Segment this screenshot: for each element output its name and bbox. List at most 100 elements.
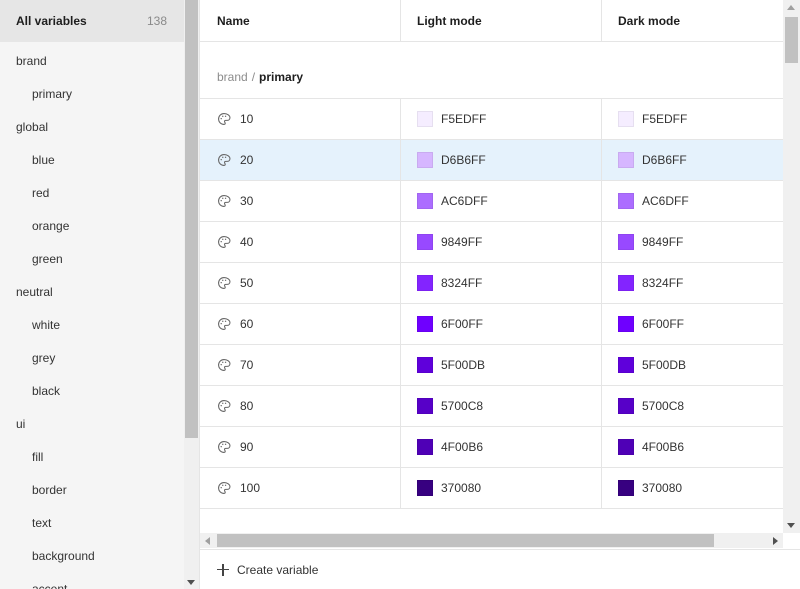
dark-color-swatch[interactable] xyxy=(618,193,634,209)
sidebar-item-fill[interactable]: fill xyxy=(0,441,184,474)
group-child: primary xyxy=(259,70,304,84)
table-horizontal-scrollbar[interactable] xyxy=(200,533,783,548)
light-color-swatch[interactable] xyxy=(417,111,433,127)
dark-mode-cell[interactable]: 9849FF xyxy=(602,222,783,262)
dark-mode-cell[interactable]: 4F00B6 xyxy=(602,427,783,467)
table-row[interactable]: 20 D6B6FF D6B6FF xyxy=(200,140,783,181)
sidebar-item-accent[interactable]: accent xyxy=(0,573,184,589)
light-mode-cell[interactable]: AC6DFF xyxy=(401,181,602,221)
sidebar-item-grey[interactable]: grey xyxy=(0,342,184,375)
sidebar-item-border[interactable]: border xyxy=(0,474,184,507)
name-cell[interactable]: 50 xyxy=(200,263,401,303)
light-color-swatch[interactable] xyxy=(417,480,433,496)
table-row[interactable]: 10 F5EDFF F5EDFF xyxy=(200,99,783,140)
name-cell[interactable]: 10 xyxy=(200,99,401,139)
variables-table: Name Light mode Dark mode brand / primar… xyxy=(200,0,783,533)
variable-name: 10 xyxy=(240,112,254,126)
light-mode-cell[interactable]: D6B6FF xyxy=(401,140,602,180)
dark-mode-cell[interactable]: 370080 xyxy=(602,468,783,508)
header-name[interactable]: Name xyxy=(200,0,401,41)
dark-color-swatch[interactable] xyxy=(618,152,634,168)
variable-name: 40 xyxy=(240,235,254,249)
sidebar-item-global[interactable]: global xyxy=(0,111,184,144)
light-mode-cell[interactable]: 8324FF xyxy=(401,263,602,303)
sidebar-scrollbar-thumb[interactable] xyxy=(185,0,198,438)
light-mode-cell[interactable]: 4F00B6 xyxy=(401,427,602,467)
sidebar-scroll-down-icon[interactable] xyxy=(187,580,195,585)
light-color-swatch[interactable] xyxy=(417,439,433,455)
light-mode-cell[interactable]: F5EDFF xyxy=(401,99,602,139)
dark-color-swatch[interactable] xyxy=(618,234,634,250)
table-vertical-scrollbar[interactable] xyxy=(783,0,800,533)
sidebar-item-white[interactable]: white xyxy=(0,309,184,342)
light-color-swatch[interactable] xyxy=(417,234,433,250)
sidebar-item-ui[interactable]: ui xyxy=(0,408,184,441)
sidebar-item-text[interactable]: text xyxy=(0,507,184,540)
sidebar-item-background[interactable]: background xyxy=(0,540,184,573)
name-cell[interactable]: 90 xyxy=(200,427,401,467)
dark-color-swatch[interactable] xyxy=(618,357,634,373)
sidebar-item-green[interactable]: green xyxy=(0,243,184,276)
dark-color-swatch[interactable] xyxy=(618,480,634,496)
name-cell[interactable]: 30 xyxy=(200,181,401,221)
dark-mode-cell[interactable]: F5EDFF xyxy=(602,99,783,139)
header-light-mode[interactable]: Light mode xyxy=(401,0,602,41)
dark-color-swatch[interactable] xyxy=(618,275,634,291)
light-color-swatch[interactable] xyxy=(417,152,433,168)
table-row[interactable]: 100 370080 370080 xyxy=(200,468,783,509)
sidebar-item-black[interactable]: black xyxy=(0,375,184,408)
light-mode-cell[interactable]: 370080 xyxy=(401,468,602,508)
light-color-swatch[interactable] xyxy=(417,316,433,332)
light-hex-value: F5EDFF xyxy=(441,112,487,126)
table-row[interactable]: 80 5700C8 5700C8 xyxy=(200,386,783,427)
dark-mode-cell[interactable]: 8324FF xyxy=(602,263,783,303)
scroll-up-icon[interactable] xyxy=(787,5,795,10)
sidebar-item-blue[interactable]: blue xyxy=(0,144,184,177)
dark-mode-cell[interactable]: D6B6FF xyxy=(602,140,783,180)
sidebar-item-orange[interactable]: orange xyxy=(0,210,184,243)
dark-mode-cell[interactable]: 6F00FF xyxy=(602,304,783,344)
table-row[interactable]: 60 6F00FF 6F00FF xyxy=(200,304,783,345)
light-color-swatch[interactable] xyxy=(417,398,433,414)
vertical-scrollbar-thumb[interactable] xyxy=(785,17,798,63)
scroll-right-icon[interactable] xyxy=(773,537,778,545)
variable-name: 70 xyxy=(240,358,254,372)
table-row[interactable]: 40 9849FF 9849FF xyxy=(200,222,783,263)
sidebar-item-red[interactable]: red xyxy=(0,177,184,210)
light-color-swatch[interactable] xyxy=(417,193,433,209)
create-variable-button[interactable]: Create variable xyxy=(200,549,800,589)
scroll-left-icon[interactable] xyxy=(205,537,210,545)
table-row[interactable]: 30 AC6DFF AC6DFF xyxy=(200,181,783,222)
name-cell[interactable]: 70 xyxy=(200,345,401,385)
sidebar-item-primary[interactable]: primary xyxy=(0,78,184,111)
dark-mode-cell[interactable]: AC6DFF xyxy=(602,181,783,221)
table-row[interactable]: 90 4F00B6 4F00B6 xyxy=(200,427,783,468)
light-mode-cell[interactable]: 5700C8 xyxy=(401,386,602,426)
sidebar-item-neutral[interactable]: neutral xyxy=(0,276,184,309)
name-cell[interactable]: 20 xyxy=(200,140,401,180)
sidebar-all-variables[interactable]: All variables 138 xyxy=(0,0,184,42)
dark-color-swatch[interactable] xyxy=(618,111,634,127)
horizontal-scrollbar-thumb[interactable] xyxy=(217,534,714,547)
dark-mode-cell[interactable]: 5F00DB xyxy=(602,345,783,385)
sidebar-scrollbar[interactable] xyxy=(184,0,199,589)
name-cell[interactable]: 40 xyxy=(200,222,401,262)
scroll-down-icon[interactable] xyxy=(787,523,795,528)
light-mode-cell[interactable]: 5F00DB xyxy=(401,345,602,385)
table-row[interactable]: 50 8324FF 8324FF xyxy=(200,263,783,304)
light-mode-cell[interactable]: 6F00FF xyxy=(401,304,602,344)
name-cell[interactable]: 80 xyxy=(200,386,401,426)
name-cell[interactable]: 100 xyxy=(200,468,401,508)
sidebar-item-brand[interactable]: brand xyxy=(0,45,184,78)
name-cell[interactable]: 60 xyxy=(200,304,401,344)
light-color-swatch[interactable] xyxy=(417,357,433,373)
table-row[interactable]: 70 5F00DB 5F00DB xyxy=(200,345,783,386)
dark-color-swatch[interactable] xyxy=(618,316,634,332)
dark-mode-cell[interactable]: 5700C8 xyxy=(602,386,783,426)
light-color-swatch[interactable] xyxy=(417,275,433,291)
color-variable-icon xyxy=(217,399,231,413)
light-mode-cell[interactable]: 9849FF xyxy=(401,222,602,262)
dark-color-swatch[interactable] xyxy=(618,439,634,455)
dark-color-swatch[interactable] xyxy=(618,398,634,414)
header-dark-mode[interactable]: Dark mode xyxy=(602,0,783,41)
